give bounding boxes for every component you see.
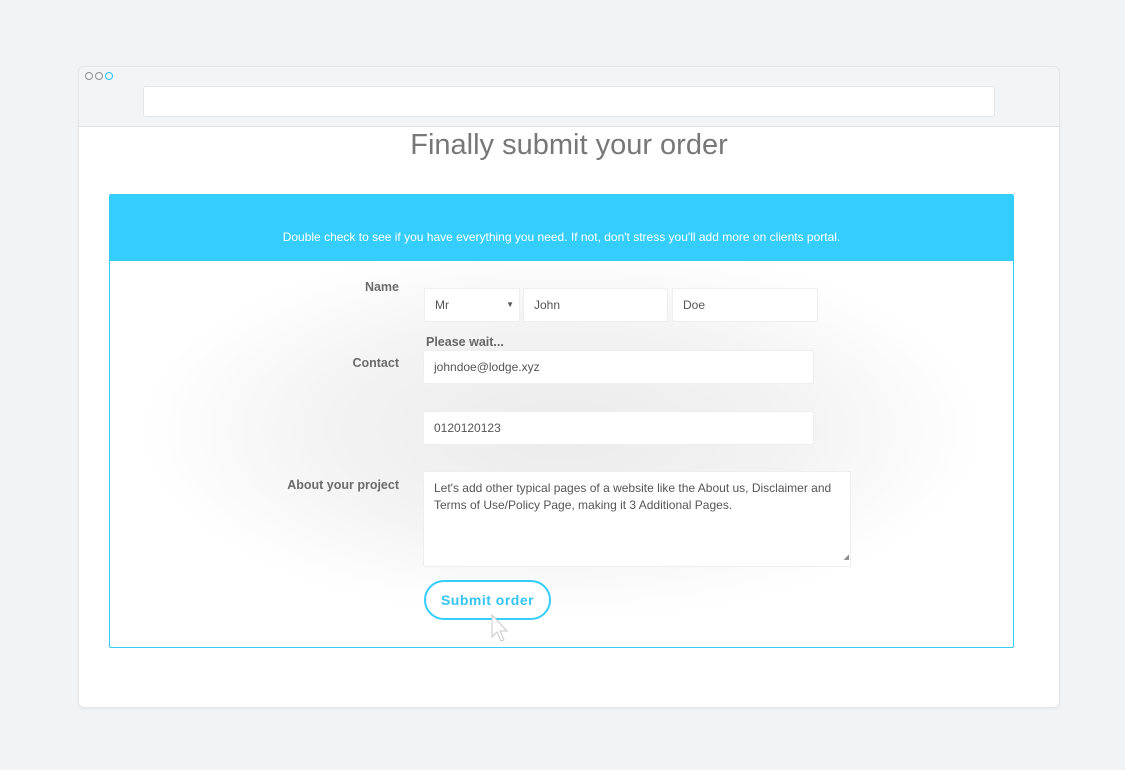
browser-window: Finally submit your order Double check t… — [78, 66, 1060, 708]
phone-input[interactable]: 0120120123 — [423, 411, 814, 445]
phone-value: 0120120123 — [434, 421, 501, 435]
chevron-down-icon: ▼ — [506, 300, 514, 309]
form-header-text: Double check to see if you have everythi… — [282, 230, 841, 244]
project-text: Let's add other typical pages of a websi… — [434, 481, 832, 512]
first-name-value: John — [534, 298, 561, 312]
window-close-dot-icon[interactable] — [85, 72, 93, 80]
name-label: Name — [364, 280, 399, 294]
project-label: About your project — [287, 478, 399, 492]
title-select-value: Mr — [435, 298, 449, 312]
contact-label: Contact — [352, 356, 399, 370]
last-name-value: Doe — [683, 298, 706, 312]
status-text: Please wait... — [426, 335, 504, 349]
window-maximize-dot-icon[interactable] — [105, 72, 113, 80]
order-form-card: Double check to see if you have everythi… — [109, 194, 1014, 648]
title-select[interactable]: Mr ▼ — [424, 288, 520, 322]
project-textarea[interactable]: Let's add other typical pages of a websi… — [423, 471, 851, 567]
form-header: Double check to see if you have everythi… — [110, 195, 1013, 261]
browser-chrome — [79, 67, 1059, 127]
last-name-input[interactable]: Doe — [672, 288, 818, 322]
resize-grip-icon[interactable]: ◢ — [844, 549, 849, 566]
first-name-input[interactable]: John — [523, 288, 668, 322]
cursor-icon — [491, 613, 509, 642]
page-title: Finally submit your order — [410, 129, 728, 161]
email-value: johndoe@lodge.xyz — [434, 360, 540, 374]
address-bar[interactable] — [143, 86, 995, 117]
email-input[interactable]: johndoe@lodge.xyz — [423, 350, 814, 384]
window-minimize-dot-icon[interactable] — [95, 72, 103, 80]
